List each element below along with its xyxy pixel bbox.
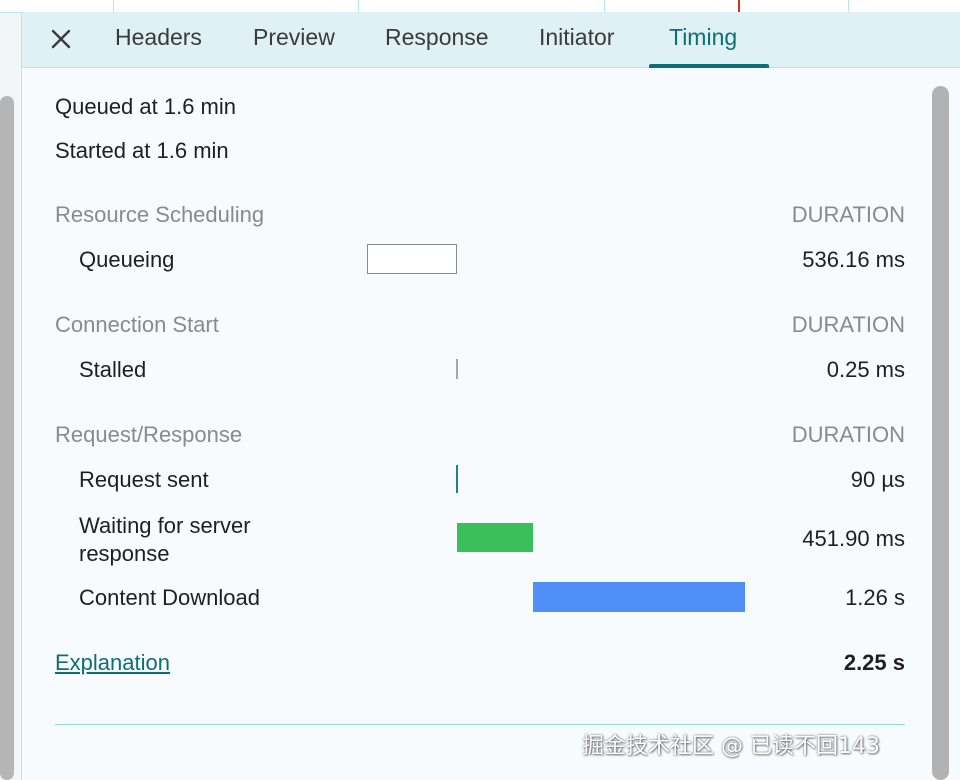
section-title-connection-start: Connection Start [55, 312, 219, 337]
tab-headers[interactable]: Headers [115, 24, 202, 67]
section-divider [55, 724, 905, 725]
close-button[interactable] [44, 22, 78, 56]
duration-header: DURATION [791, 202, 905, 227]
timing-label-stalled: Stalled [79, 357, 147, 382]
duration-header: DURATION [791, 312, 905, 337]
table-column-divider [358, 0, 359, 12]
section-title-request-response: Request/Response [55, 422, 243, 447]
waiting-bar [457, 523, 533, 552]
timing-value-stalled: 0.25 ms [826, 357, 905, 382]
table-column-divider [848, 0, 849, 12]
tab-response[interactable]: Response [385, 24, 489, 67]
details-scrollbar[interactable] [932, 86, 949, 780]
request-details-panel: Headers Preview Response Initiator Timin… [21, 12, 960, 780]
queued-at-text: Queued at 1.6 min [55, 94, 237, 119]
timing-label-queueing: Queueing [79, 247, 175, 272]
timing-value-queueing: 536.16 ms [802, 247, 905, 272]
table-column-divider [604, 0, 605, 12]
stalled-bar [456, 359, 458, 379]
load-event-marker [738, 0, 740, 12]
total-duration: 2.25 s [843, 650, 905, 675]
active-tab-indicator [649, 64, 769, 68]
timing-label-content-download: Content Download [79, 585, 261, 610]
timing-value-content-download: 1.26 s [845, 585, 905, 610]
close-icon [51, 29, 71, 49]
timing-value-request-sent: 90 µs [850, 467, 905, 492]
table-column-divider [113, 0, 114, 12]
queueing-bar [367, 244, 457, 274]
section-title-resource-scheduling: Resource Scheduling [55, 202, 265, 227]
tab-timing[interactable]: Timing [669, 24, 737, 67]
timing-label-request-sent: Request sent [79, 467, 209, 492]
explanation-link[interactable]: Explanation [55, 650, 170, 676]
watermark-text: 掘金技术社区 @ 已读不回143 [582, 734, 880, 759]
table-scrollbar[interactable] [0, 96, 14, 780]
details-tab-bar: Headers Preview Response Initiator Timin… [22, 12, 960, 68]
timing-label-waiting: Waiting for server response [79, 513, 251, 566]
timing-value-waiting: 451.90 ms [802, 526, 905, 551]
started-at-text: Started at 1.6 min [55, 138, 229, 163]
tab-preview[interactable]: Preview [253, 24, 335, 67]
duration-header: DURATION [791, 422, 905, 447]
content-download-bar [533, 582, 745, 612]
request-sent-bar [456, 465, 458, 493]
tab-initiator[interactable]: Initiator [539, 24, 614, 67]
